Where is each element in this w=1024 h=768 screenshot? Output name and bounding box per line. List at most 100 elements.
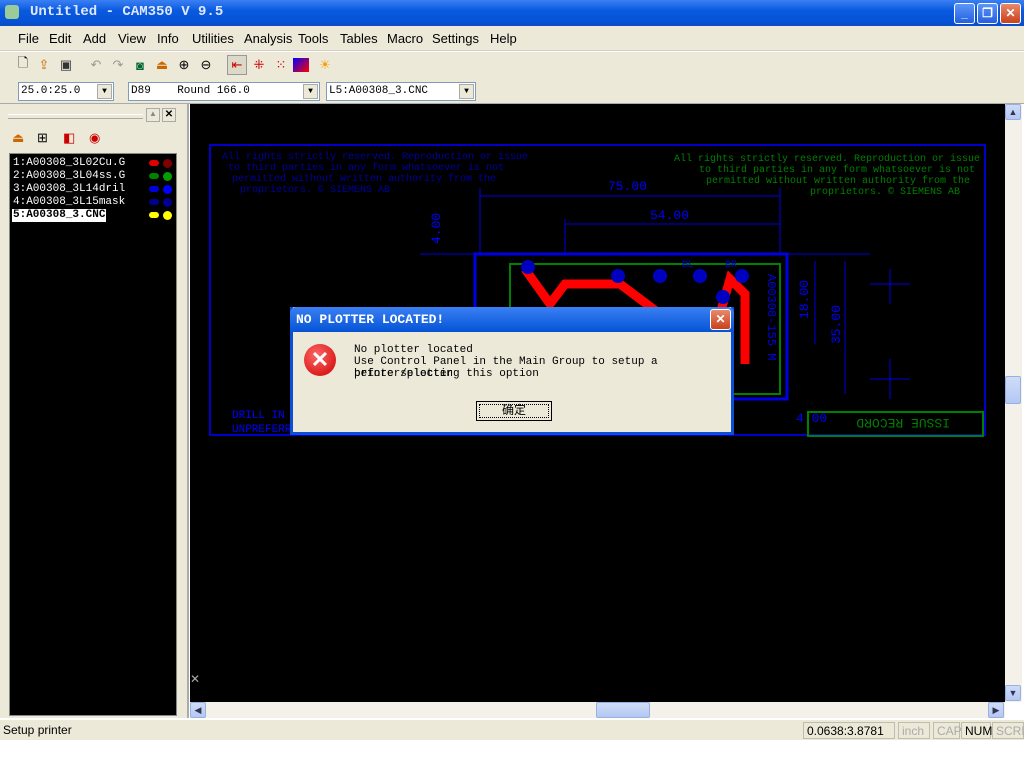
chevron-down-icon[interactable]: ▼ bbox=[459, 84, 474, 99]
svg-text:proprietors. © SIEMENS AB: proprietors. © SIEMENS AB bbox=[240, 184, 390, 196]
add-layer-icon[interactable]: ⊞ bbox=[37, 130, 48, 146]
cap-indicator: CAP bbox=[933, 722, 962, 739]
layer-list: 1:A00308_3L02Cu.G 2:A00308_3L04ss.G 3:A003… bbox=[9, 153, 177, 716]
dim-75: 75.00 bbox=[608, 179, 647, 194]
dialog-close-button[interactable]: ✕ bbox=[710, 309, 731, 330]
layer-item[interactable]: 5:A00308_3.CNC bbox=[12, 209, 107, 222]
menu-analysis[interactable]: Analysis bbox=[244, 31, 292, 46]
layer-visibility-dot[interactable] bbox=[163, 172, 172, 181]
toolbar: 🗋 ⇪ ▣ ↶ ↷ ◙ ⏏ ⊕ ⊖ ⇤ ⁜ ⁙ ☀ bbox=[0, 52, 1024, 79]
menu-tables[interactable]: Tables bbox=[340, 31, 378, 46]
error-dialog: NO PLOTTER LOCATED! ✕ ✕ No plotter locat… bbox=[290, 307, 734, 435]
zoom-window-icon[interactable]: ◙ bbox=[130, 55, 150, 75]
coordinates: 0.0638:3.8781 bbox=[803, 722, 895, 739]
layer-color-swatch[interactable] bbox=[149, 160, 159, 166]
dialog-line-1: No plotter located bbox=[354, 344, 473, 356]
dcode-select[interactable]: D89 Round 166.0 ▼ bbox=[128, 82, 320, 101]
status-bar: Setup printer 0.0638:3.8781 inch CAP NUM… bbox=[0, 720, 1024, 740]
layer-visibility-dot[interactable] bbox=[163, 198, 172, 207]
menu-file[interactable]: File bbox=[18, 31, 39, 46]
new-icon[interactable]: 🗋 bbox=[13, 55, 33, 75]
layer-color-swatch[interactable] bbox=[149, 186, 159, 192]
title-bar: Untitled - CAM350 V 9.5 _ ❐ ✕ bbox=[0, 0, 1024, 26]
layer-panel: ▲ ✕ ⏏ ⊞ ◧ ◉ 1:A00308_3L02Cu.G 2:A00308_3L… bbox=[0, 104, 189, 718]
clean-icon[interactable]: ⏏ bbox=[152, 55, 172, 75]
dim-18: 18.00 bbox=[797, 280, 812, 319]
svg-text:proprietors. © SIEMENS AB: proprietors. © SIEMENS AB bbox=[810, 186, 960, 198]
menu-add[interactable]: Add bbox=[83, 31, 106, 46]
scroll-up-button[interactable]: ▲ bbox=[1005, 104, 1021, 120]
menu-info[interactable]: Info bbox=[157, 31, 179, 46]
menu-tools[interactable]: Tools bbox=[298, 31, 328, 46]
panel-grip[interactable] bbox=[8, 114, 143, 119]
menu-view[interactable]: View bbox=[118, 31, 146, 46]
horizontal-scrollbar[interactable]: ◀ ▶ bbox=[190, 702, 1005, 718]
layer-color-swatch[interactable] bbox=[149, 173, 159, 179]
vertical-scroll-thumb[interactable] bbox=[1005, 376, 1021, 404]
chevron-down-icon[interactable]: ▼ bbox=[97, 84, 112, 99]
save-icon[interactable]: ▣ bbox=[56, 55, 76, 75]
layer-item[interactable]: 4:A00308_3L15mask bbox=[12, 196, 126, 209]
menu-help[interactable]: Help bbox=[490, 31, 517, 46]
redo-icon[interactable]: ↷ bbox=[108, 55, 128, 75]
layer-toggle-icon[interactable]: ◧ bbox=[63, 130, 75, 146]
dim-35: 35.00 bbox=[829, 305, 844, 344]
pad-label-bl: BL bbox=[682, 260, 694, 271]
undo-icon[interactable]: ↶ bbox=[86, 55, 106, 75]
layer-visibility-dot[interactable] bbox=[163, 211, 172, 220]
layer-off-icon[interactable]: ◉ bbox=[89, 130, 100, 146]
scroll-left-button[interactable]: ◀ bbox=[190, 702, 206, 718]
scroll-down-button[interactable]: ▼ bbox=[1005, 685, 1021, 701]
layer-color-swatch[interactable] bbox=[149, 199, 159, 205]
dim-4: 4.00 bbox=[429, 213, 444, 244]
dim-4b: 4.00 bbox=[796, 411, 827, 426]
layer-visibility-dot[interactable] bbox=[163, 185, 172, 194]
window-title: Untitled - CAM350 V 9.5 bbox=[30, 4, 224, 20]
status-message: Setup printer bbox=[3, 723, 72, 737]
menu-bar: File Edit Add View Info Utilities Analys… bbox=[0, 26, 1024, 51]
part-number: A00308-155 M bbox=[764, 274, 778, 360]
num-indicator: NUM bbox=[961, 722, 992, 739]
scroll-right-button[interactable]: ▶ bbox=[988, 702, 1004, 718]
svg-text:to third parties in any form w: to third parties in any form whatsoever … bbox=[228, 162, 504, 174]
dim-54: 54.00 bbox=[650, 208, 689, 223]
panel-restore-button[interactable]: ▲ bbox=[146, 108, 160, 122]
layer-visibility-dot[interactable] bbox=[163, 159, 172, 168]
units: inch bbox=[898, 722, 930, 739]
combo-bar: 25.0:25.0 ▼ D89 Round 166.0 ▼ L5:A00308_3.… bbox=[0, 79, 1024, 104]
menu-edit[interactable]: Edit bbox=[49, 31, 71, 46]
app-icon bbox=[5, 5, 19, 19]
horizontal-scroll-thumb[interactable] bbox=[596, 702, 650, 718]
grid-select[interactable]: 25.0:25.0 ▼ bbox=[18, 82, 114, 101]
scrl-indicator: SCRL bbox=[992, 722, 1024, 739]
layer-item[interactable]: 3:A00308_3L14dril bbox=[12, 183, 126, 196]
restore-button[interactable]: ❐ bbox=[977, 3, 998, 24]
select-icon[interactable]: ⇤ bbox=[227, 55, 247, 75]
zoom-in-icon[interactable]: ⊕ bbox=[174, 55, 194, 75]
ok-button[interactable]: 确定 bbox=[476, 401, 552, 421]
layer-item[interactable]: 2:A00308_3L04ss.G bbox=[12, 170, 126, 183]
zoom-out-icon[interactable]: ⊖ bbox=[196, 55, 216, 75]
panel-close-button[interactable]: ✕ bbox=[162, 108, 176, 122]
color-icon[interactable] bbox=[293, 58, 309, 72]
vertical-scrollbar[interactable]: ▲ ▼ bbox=[1005, 104, 1022, 702]
chevron-down-icon[interactable]: ▼ bbox=[303, 84, 318, 99]
menu-macro[interactable]: Macro bbox=[387, 31, 423, 46]
layer-select[interactable]: L5:A00308_3.CNC ▼ bbox=[326, 82, 476, 101]
grid-value: 25.0:25.0 bbox=[21, 85, 81, 97]
menu-settings[interactable]: Settings bbox=[432, 31, 479, 46]
layer-item[interactable]: 1:A00308_3L02Cu.G bbox=[12, 157, 126, 170]
issue-record: ISSUE RECORD bbox=[856, 415, 950, 430]
svg-text:permitted without written auth: permitted without written authority from… bbox=[232, 173, 496, 185]
svg-text:All rights strictly reserved.: All rights strictly reserved. Reproducti… bbox=[674, 153, 980, 165]
layer-color-swatch[interactable] bbox=[149, 212, 159, 218]
minimize-button[interactable]: _ bbox=[954, 3, 975, 24]
close-button[interactable]: ✕ bbox=[1000, 3, 1021, 24]
open-icon[interactable]: ⇪ bbox=[34, 55, 54, 75]
layer-icon[interactable]: ☀ bbox=[315, 55, 335, 75]
clean-layer-icon[interactable]: ⏏ bbox=[12, 130, 24, 146]
grid-icon[interactable]: ⁜ bbox=[249, 55, 269, 75]
menu-utilities[interactable]: Utilities bbox=[192, 31, 234, 46]
grid-dots-icon[interactable]: ⁙ bbox=[271, 55, 291, 75]
svg-text:permitted without written auth: permitted without written authority from… bbox=[706, 175, 970, 187]
